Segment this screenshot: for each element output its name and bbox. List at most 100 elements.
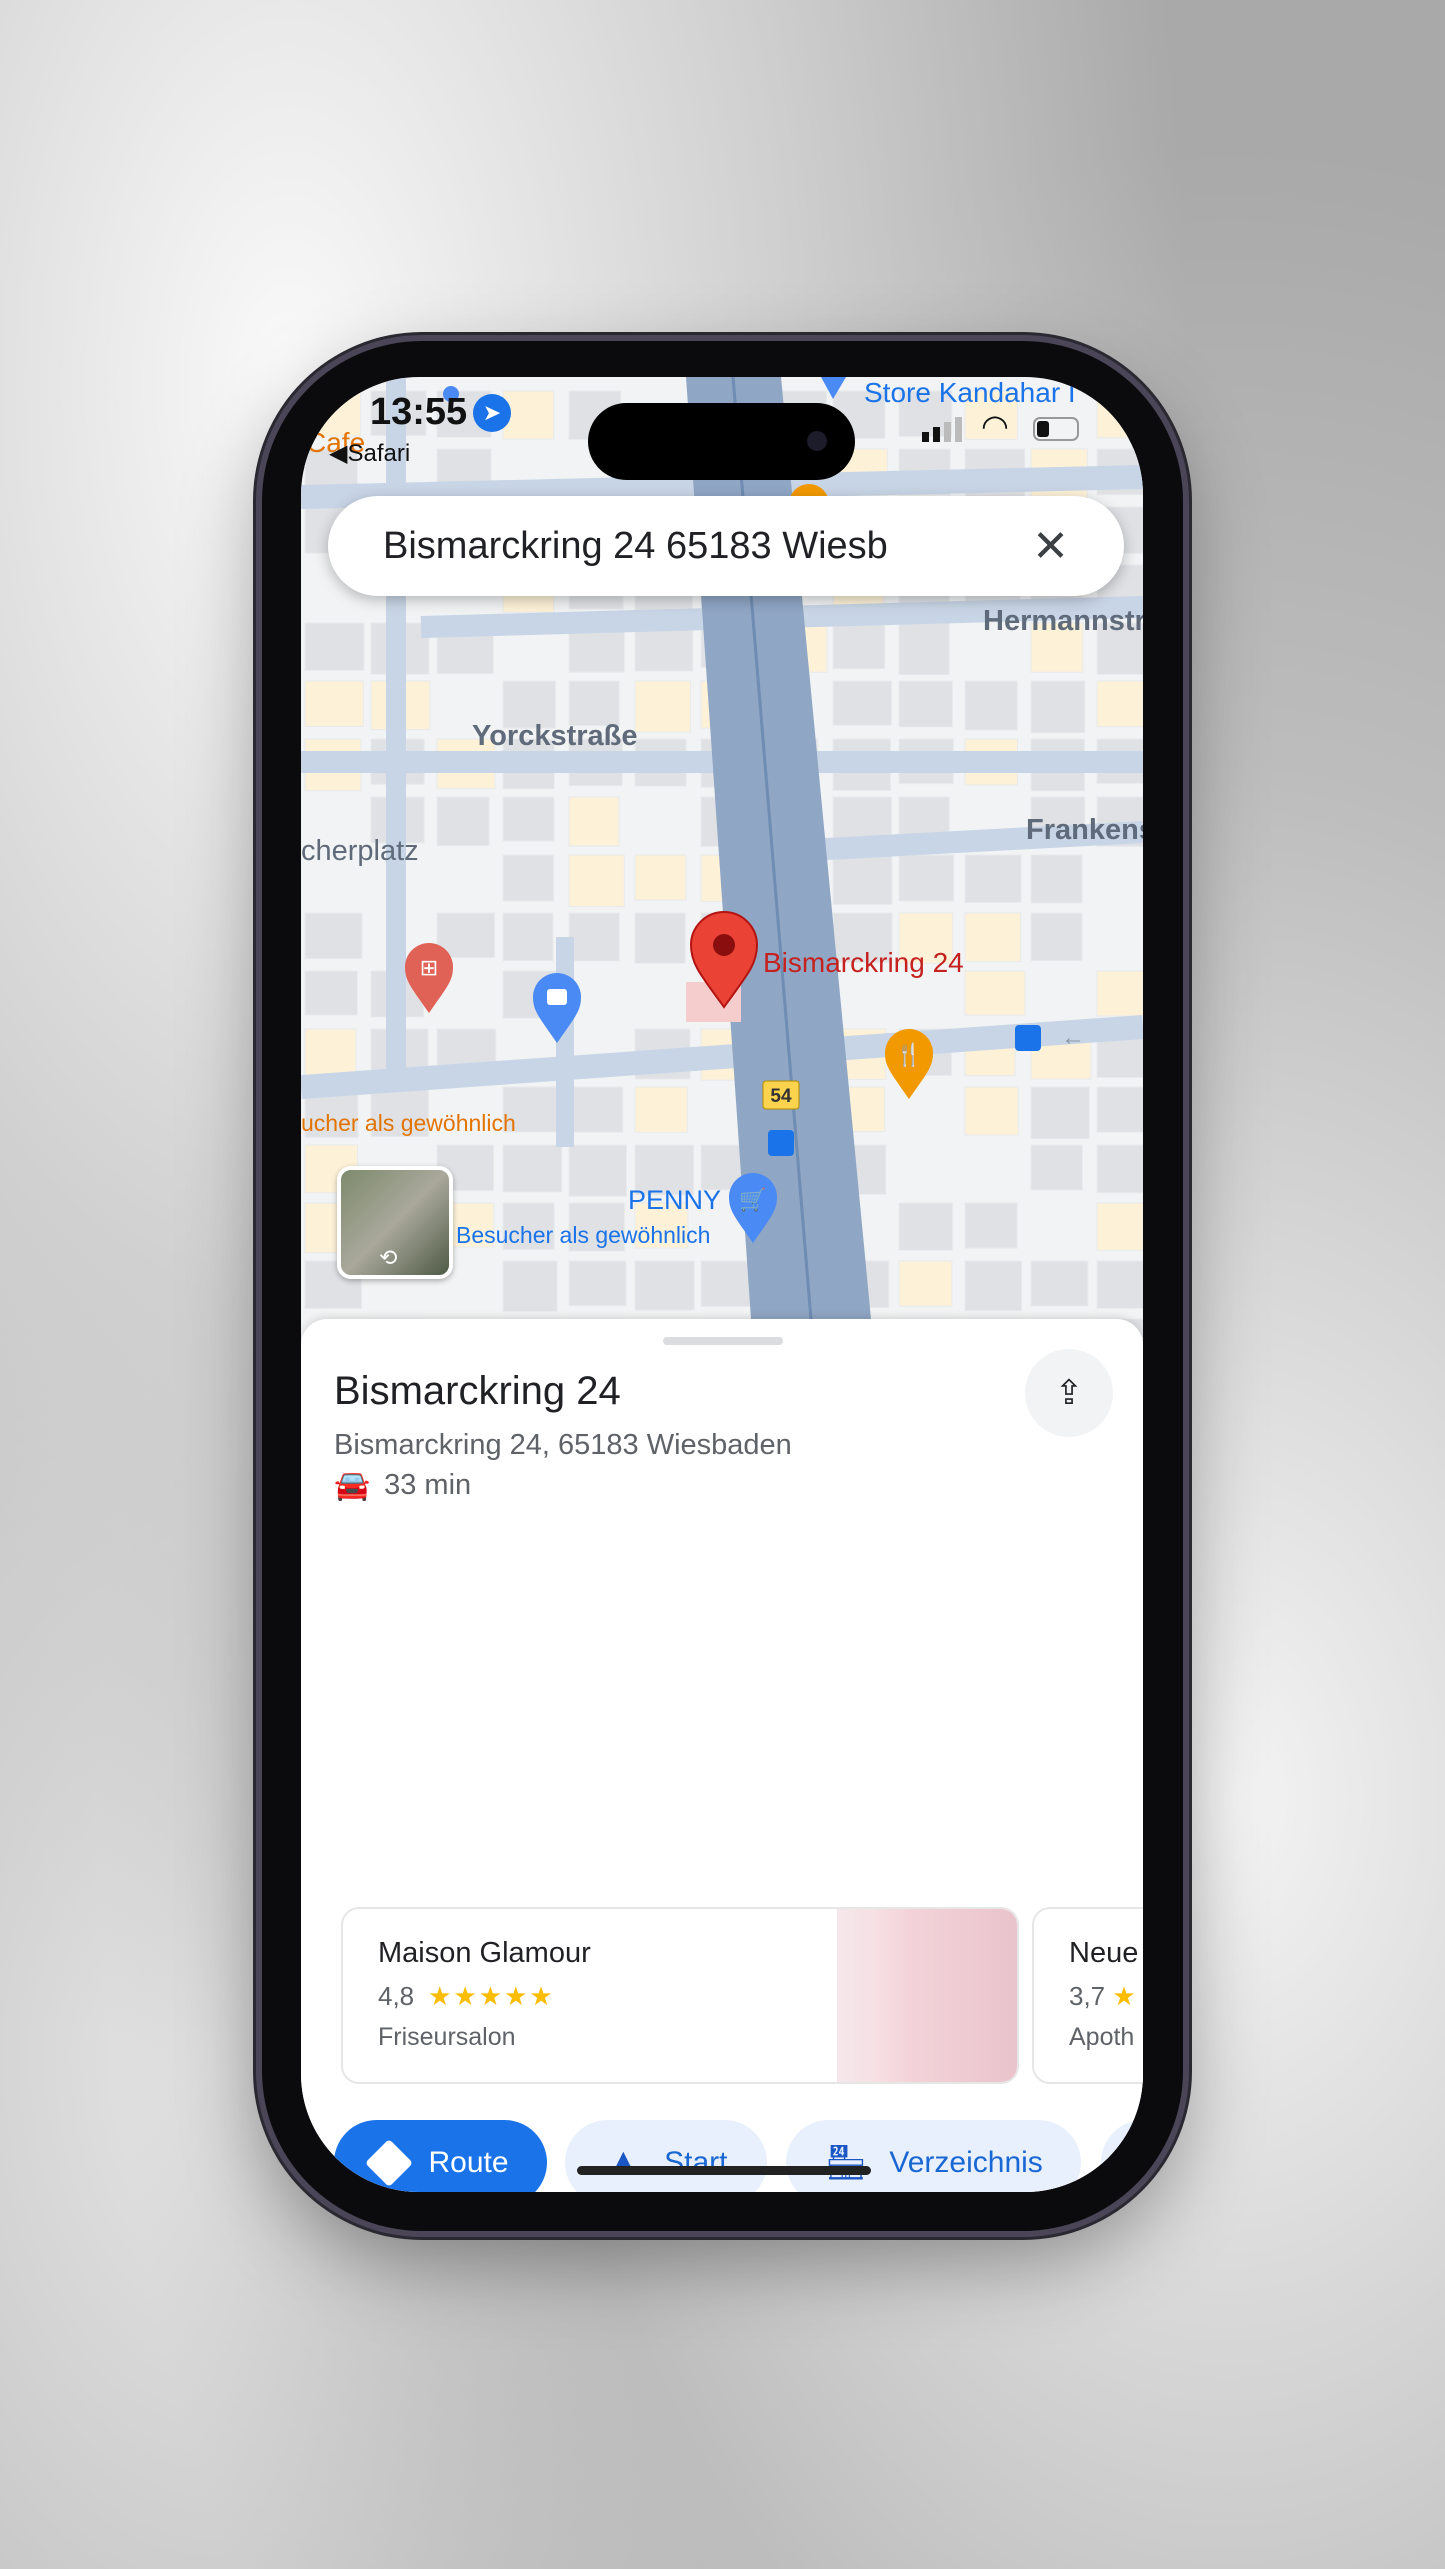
route-label: Route bbox=[428, 2145, 509, 2179]
building bbox=[1096, 390, 1143, 439]
building bbox=[964, 1202, 1018, 1249]
home-indicator[interactable] bbox=[577, 2166, 871, 2175]
building bbox=[502, 1260, 558, 1312]
bus-stop-icon bbox=[1015, 1025, 1041, 1051]
poi-busy-label: Besucher als gewöhnlich bbox=[456, 1222, 711, 1248]
building bbox=[832, 622, 886, 670]
building bbox=[898, 854, 955, 902]
building bbox=[304, 912, 363, 960]
building bbox=[304, 1028, 357, 1078]
close-icon[interactable]: ✕ bbox=[1032, 521, 1069, 572]
sheet-drag-handle[interactable] bbox=[663, 1337, 783, 1345]
phone-screen: ⊞ 🍴 🛒 54 ← Hermannstr. Yorckstraße Frank… bbox=[301, 377, 1143, 2192]
dynamic-island bbox=[588, 403, 855, 480]
place-title: Bismarckring 24 bbox=[334, 1369, 621, 1413]
bus-stop-icon bbox=[768, 1130, 794, 1156]
building bbox=[964, 680, 1018, 731]
nearby-category: Apoth bbox=[1069, 2023, 1135, 2051]
building bbox=[568, 1260, 627, 1307]
building bbox=[898, 1202, 954, 1251]
directory-button[interactable]: 🏪︎ Verzeichnis bbox=[786, 2120, 1081, 2192]
building bbox=[304, 970, 358, 1016]
car-icon: 🚘 bbox=[334, 1470, 371, 1502]
building bbox=[964, 1086, 1019, 1136]
nearby-rating: 4,8 bbox=[378, 1981, 415, 2011]
building bbox=[1030, 1086, 1090, 1140]
rotate-360-icon: ⟲ bbox=[379, 1245, 398, 1270]
nearby-card[interactable]: Maison Glamour 4,8 ★★★★★ Friseursalon bbox=[341, 1907, 1019, 2084]
building bbox=[1096, 680, 1143, 728]
building bbox=[568, 1144, 628, 1197]
building bbox=[964, 970, 1026, 1016]
building bbox=[634, 1086, 688, 1133]
building bbox=[568, 680, 620, 726]
pin-restaurant[interactable]: 🍴 bbox=[885, 1029, 933, 1099]
building bbox=[1030, 854, 1083, 904]
building bbox=[964, 912, 1022, 963]
star-icon: ★ bbox=[1112, 1981, 1136, 2011]
nearby-photo bbox=[837, 1909, 1017, 2082]
search-input[interactable]: Bismarckring 24 65183 Wiesb bbox=[383, 525, 1032, 568]
nearby-card[interactable]: Neue 3,7 ★ Apoth bbox=[1032, 1907, 1143, 2084]
star-rating-icon: ★★★★★ bbox=[428, 1981, 555, 2011]
building bbox=[502, 912, 554, 962]
building bbox=[832, 854, 893, 905]
svg-text:🍴: 🍴 bbox=[895, 1042, 922, 1068]
search-bar[interactable]: Bismarckring 24 65183 Wiesb ✕ bbox=[328, 496, 1124, 596]
building bbox=[634, 912, 686, 964]
building bbox=[832, 680, 893, 726]
svg-text:←: ← bbox=[1061, 1024, 1085, 1051]
nearby-name: Maison Glamour bbox=[378, 1937, 591, 1969]
place-sheet: Bismarckring 24 Bismarckring 24, 65183 W… bbox=[301, 1319, 1143, 2192]
building bbox=[502, 854, 555, 902]
building bbox=[1096, 970, 1143, 1017]
building bbox=[898, 1260, 953, 1307]
building bbox=[1096, 1202, 1143, 1251]
building bbox=[502, 796, 555, 842]
route-button[interactable]: Route bbox=[334, 2120, 547, 2192]
building bbox=[568, 1086, 624, 1133]
location-arrow-icon: ➤ bbox=[473, 394, 511, 432]
building bbox=[898, 622, 950, 676]
wifi-icon: ◠ bbox=[981, 408, 1009, 444]
building bbox=[1096, 1086, 1143, 1133]
building bbox=[304, 622, 365, 671]
street-label: Hermannstr. bbox=[983, 605, 1143, 637]
cellular-signal-icon bbox=[922, 417, 962, 442]
share-icon: ⇪ bbox=[1054, 1374, 1084, 1412]
svg-text:⊞: ⊞ bbox=[420, 956, 438, 981]
share-button[interactable]: ⇪ bbox=[1025, 1349, 1113, 1437]
nearby-name: Neue bbox=[1069, 1937, 1139, 1969]
route-shield-label: 54 bbox=[770, 1086, 792, 1107]
back-triangle-icon: ◀ bbox=[329, 440, 348, 467]
building bbox=[1096, 1144, 1143, 1194]
more-action-button[interactable] bbox=[1101, 2120, 1143, 2192]
building bbox=[568, 912, 620, 962]
building bbox=[898, 680, 953, 728]
directory-label: Verzeichnis bbox=[889, 2145, 1043, 2179]
building bbox=[1030, 912, 1083, 962]
building bbox=[436, 796, 490, 847]
building bbox=[1096, 1260, 1143, 1309]
status-time: 13:55 bbox=[370, 391, 468, 433]
street-view-thumbnail[interactable]: ⟲ bbox=[337, 1166, 453, 1279]
poi-label-penny[interactable]: PENNY bbox=[628, 1185, 721, 1216]
building bbox=[964, 1260, 1022, 1312]
building bbox=[634, 1260, 695, 1311]
nearby-category: Friseursalon bbox=[378, 2023, 516, 2051]
start-button[interactable]: ▲ Start bbox=[565, 2120, 767, 2192]
building bbox=[1030, 1144, 1083, 1191]
back-to-safari[interactable]: ◀Safari bbox=[329, 439, 410, 468]
directions-icon bbox=[365, 2138, 414, 2187]
square-label: cherplatz bbox=[301, 835, 419, 867]
building bbox=[1030, 1260, 1089, 1307]
navigation-arrow-icon: ▲ bbox=[604, 2141, 643, 2183]
street-label: Yorckstraße bbox=[472, 720, 638, 752]
building bbox=[568, 796, 620, 847]
building bbox=[568, 854, 625, 908]
poi-label-store[interactable]: Store Kandahar I bbox=[864, 377, 1076, 409]
street-label: Frankens bbox=[1026, 814, 1143, 846]
building bbox=[634, 854, 687, 901]
building bbox=[1030, 680, 1086, 734]
building bbox=[964, 854, 1022, 903]
